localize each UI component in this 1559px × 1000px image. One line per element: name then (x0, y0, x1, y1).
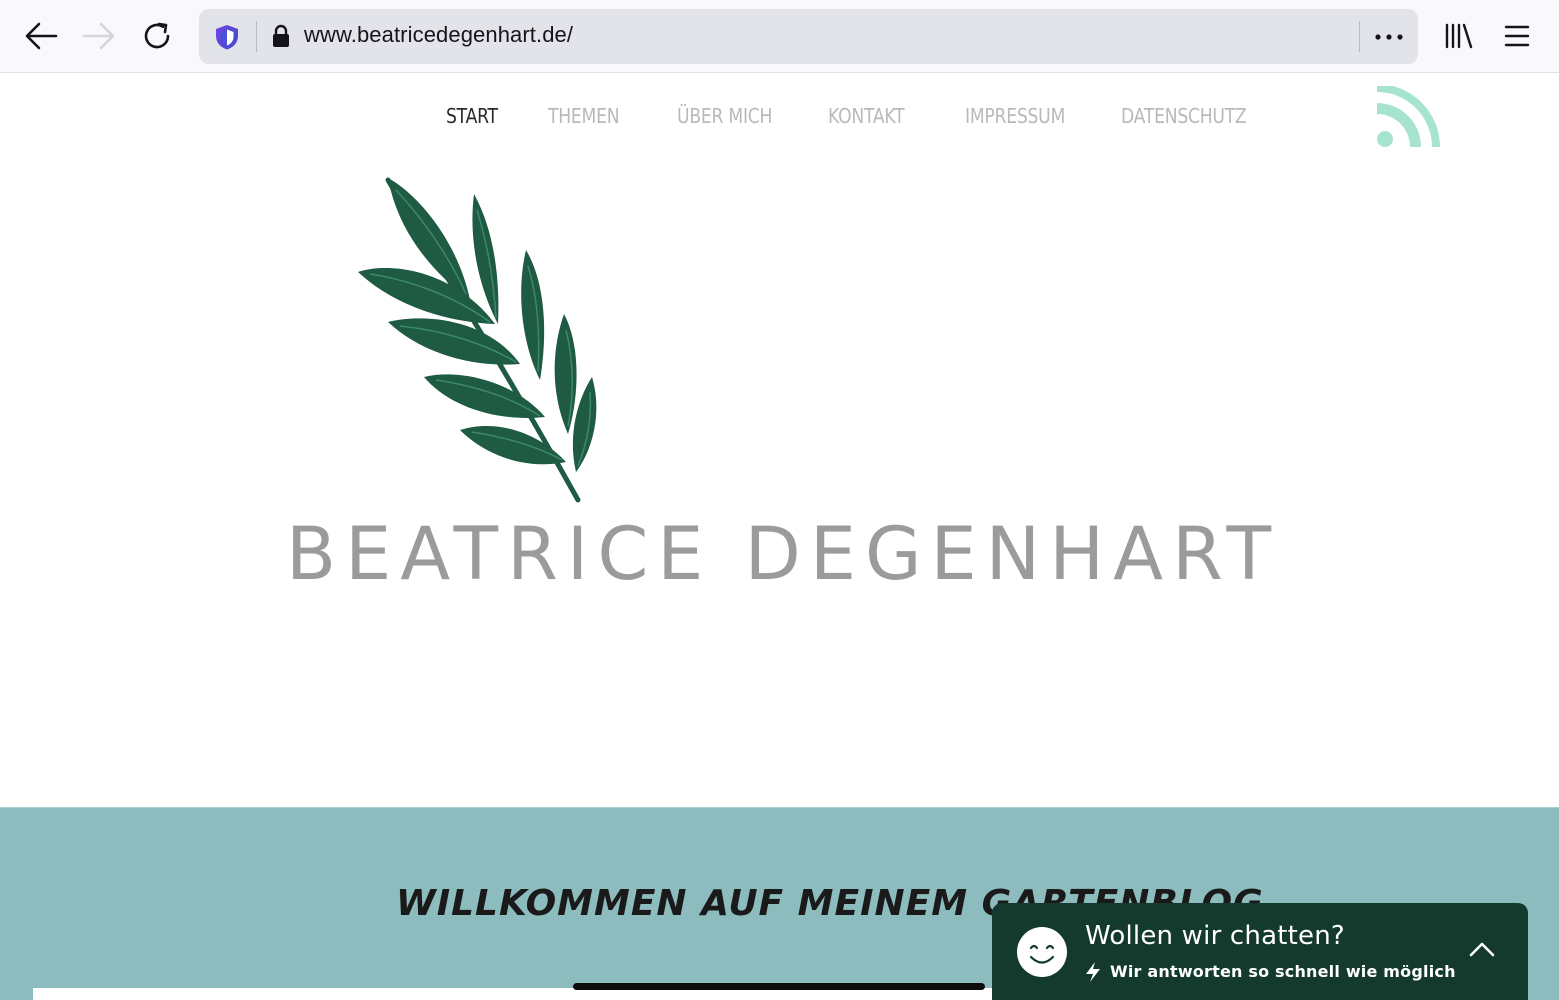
nav-item-datenschutz[interactable]: DATENSCHUTZ (1121, 104, 1247, 128)
nav-item-impressum[interactable]: IMPRESSUM (965, 104, 1065, 128)
nav-item-themen[interactable]: THEMEN (548, 104, 620, 128)
rss-feed-icon[interactable] (1376, 84, 1440, 148)
more-dots-icon[interactable] (1369, 19, 1409, 54)
chat-title: Wollen wir chatten? (1085, 921, 1345, 951)
nav-item-ueber-mich[interactable]: ÜBER MICH (677, 104, 772, 128)
home-indicator[interactable] (573, 983, 985, 990)
tracking-protection-shield-icon[interactable] (213, 23, 241, 51)
nav-item-kontakt[interactable]: KONTAKT (828, 104, 905, 128)
hamburger-menu-icon[interactable] (1495, 14, 1539, 58)
smiley-face-icon (1017, 927, 1067, 977)
leaf-branch-logo-icon (340, 172, 620, 507)
nav-item-start[interactable]: START (446, 104, 498, 128)
chat-widget[interactable]: Wollen wir chatten? Wir antworten so sch… (992, 903, 1528, 1000)
site-navigation: START THEMEN ÜBER MICH KONTAKT IMPRESSUM… (0, 104, 1559, 134)
address-bar-divider (256, 21, 257, 52)
lightning-bolt-icon (1083, 961, 1103, 983)
chat-subtitle: Wir antworten so schnell wie möglich (1110, 962, 1456, 981)
reload-icon[interactable] (135, 14, 179, 58)
chevron-up-icon[interactable] (1468, 939, 1496, 959)
brand-name: BEATRICE DEGENHART (286, 512, 1281, 597)
address-bar-divider (1359, 21, 1360, 52)
library-icon[interactable] (1437, 14, 1481, 58)
lock-icon[interactable] (271, 24, 291, 48)
back-arrow-icon[interactable] (19, 14, 63, 58)
forward-arrow-icon[interactable] (77, 14, 121, 58)
address-bar[interactable]: www.beatricedegenhart.de/ (199, 9, 1418, 64)
browser-toolbar: www.beatricedegenhart.de/ (0, 0, 1559, 73)
url-text[interactable]: www.beatricedegenhart.de/ (304, 22, 573, 48)
